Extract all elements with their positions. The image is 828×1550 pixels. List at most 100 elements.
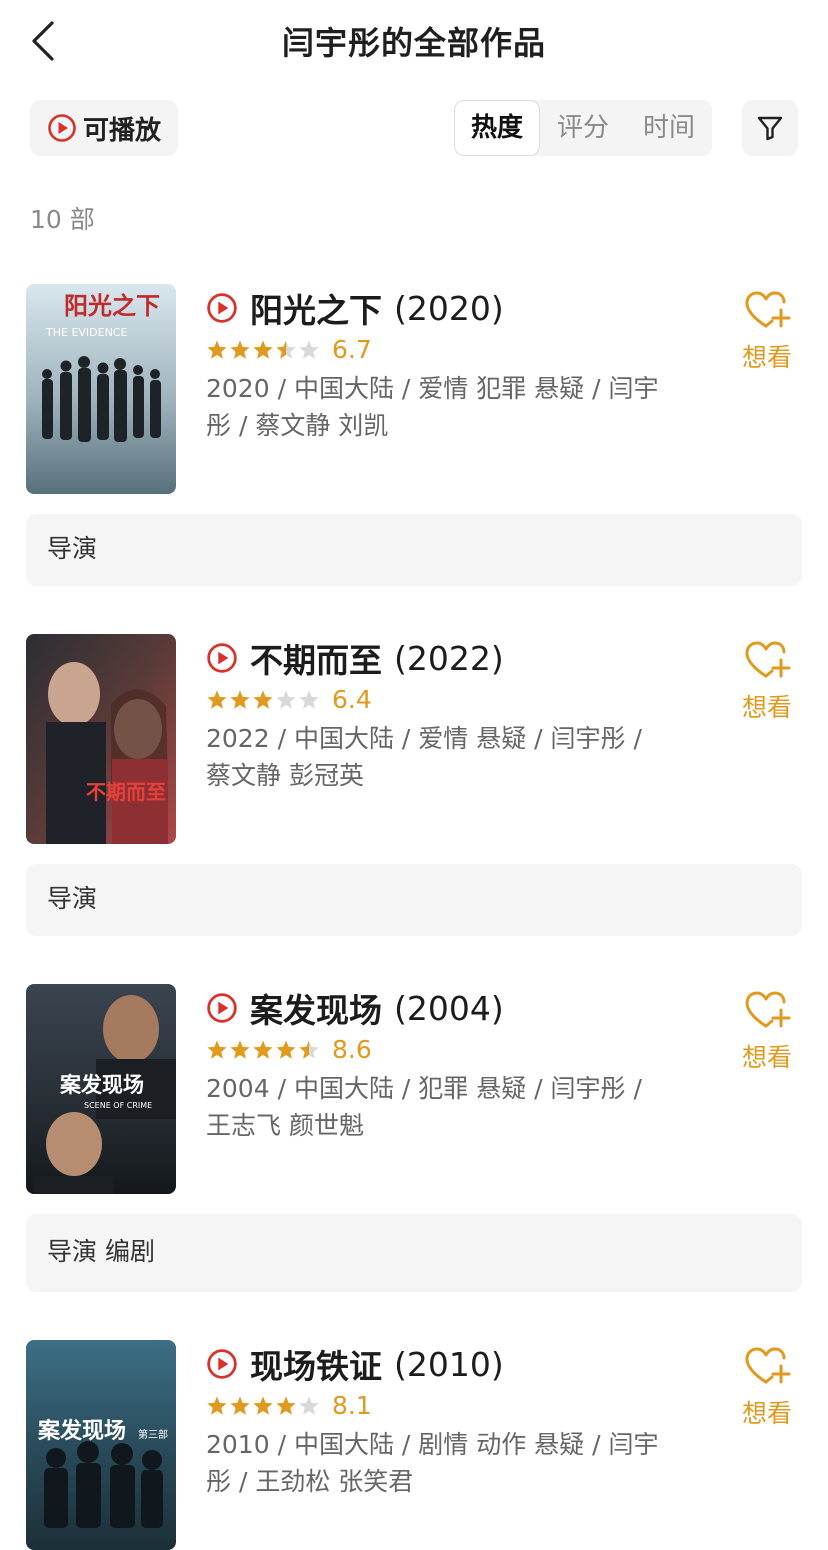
want-to-watch-label: 想看 xyxy=(741,1043,792,1072)
star-icon xyxy=(276,339,296,359)
want-to-watch-button[interactable]: 想看 xyxy=(734,1344,800,1430)
star-icon xyxy=(230,339,250,359)
item-meta: 2004 / 中国大陆 / 犯罪 悬疑 / 闫宇彤 / 王志飞 颜世魁 xyxy=(206,1070,686,1144)
want-to-watch-label: 想看 xyxy=(741,1399,792,1428)
tab-sort-time[interactable]: 时间 xyxy=(626,100,712,156)
poster-title-text: 案发现场 xyxy=(59,1073,144,1097)
rating-score: 8.1 xyxy=(332,1391,372,1420)
rating-row: 6.4 xyxy=(206,685,372,714)
star-icon xyxy=(253,339,273,359)
want-to-watch-button[interactable]: 想看 xyxy=(734,988,800,1074)
want-to-watch-button[interactable]: 想看 xyxy=(734,288,800,374)
star-icon xyxy=(299,1039,319,1059)
rating-row: 8.1 xyxy=(206,1391,372,1420)
meta-line: 2004 / 中国大陆 / 犯罪 悬疑 / 闫宇彤 / xyxy=(206,1074,642,1103)
tab-sort-popularity[interactable]: 热度 xyxy=(454,100,540,156)
meta-line: 2022 / 中国大陆 / 爱情 悬疑 / 闫宇彤 / xyxy=(206,724,642,753)
meta-line: 2020 / 中国大陆 / 爱情 犯罪 悬疑 / 闫宇 xyxy=(206,374,659,403)
star-icon xyxy=(253,689,273,709)
star-icon xyxy=(230,1395,250,1415)
role-box: 导演 编剧 xyxy=(26,1214,802,1292)
star-rating xyxy=(206,1039,320,1061)
title-row-item-2[interactable]: 不期而至 (2022) xyxy=(206,634,504,682)
item-title: 案发现场 xyxy=(250,991,382,1030)
item-year: (2004) xyxy=(394,988,504,1028)
poster-item-3[interactable]: 案发现场 SCENE OF CRIME xyxy=(26,984,176,1194)
funnel-icon xyxy=(757,116,783,141)
title-row-item-4[interactable]: 现场铁证 (2010) xyxy=(206,1340,504,1388)
heart-plus-icon xyxy=(745,1347,791,1384)
star-icon xyxy=(299,689,319,709)
item-year: (2022) xyxy=(394,638,504,678)
rating-row: 6.7 xyxy=(206,335,372,364)
playable-filter-button[interactable]: 可播放 xyxy=(30,100,178,156)
want-to-watch-label: 想看 xyxy=(741,343,792,372)
poster-image: 案发现场 SCENE OF CRIME xyxy=(26,984,176,1194)
role-box: 导演 xyxy=(26,864,802,936)
poster-title-text: 阳光之下 xyxy=(64,292,160,320)
poster-item-4[interactable]: 案发现场 第三部 xyxy=(26,1340,176,1550)
star-icon xyxy=(299,339,319,359)
poster-image: 不期而至 xyxy=(26,634,176,844)
star-rating xyxy=(206,689,320,711)
star-icon xyxy=(230,1039,250,1059)
meta-line: 2010 / 中国大陆 / 剧情 动作 悬疑 / 闫宇 xyxy=(206,1430,659,1459)
poster-image: 案发现场 第三部 xyxy=(26,1340,176,1550)
play-circle-icon xyxy=(207,993,237,1023)
item-title: 现场铁证 xyxy=(250,1347,382,1386)
item-meta: 2020 / 中国大陆 / 爱情 犯罪 悬疑 / 闫宇 彤 / 蔡文静 刘凯 xyxy=(206,370,686,444)
want-to-watch-button[interactable]: 想看 xyxy=(734,638,800,724)
rating-score: 6.7 xyxy=(332,335,372,364)
works-count: 10 部 xyxy=(30,205,95,234)
star-icon xyxy=(207,1395,227,1415)
filter-button[interactable] xyxy=(742,100,798,156)
star-icon xyxy=(253,1039,273,1059)
title-row-item-3[interactable]: 案发现场 (2004) xyxy=(206,984,504,1032)
star-icon xyxy=(299,1395,319,1415)
playable-label: 可播放 xyxy=(82,115,161,146)
item-title: 不期而至 xyxy=(250,641,382,680)
item-meta: 2022 / 中国大陆 / 爱情 悬疑 / 闫宇彤 / 蔡文静 彭冠英 xyxy=(206,720,686,794)
star-icon xyxy=(253,1395,273,1415)
meta-line: 蔡文静 彭冠英 xyxy=(206,761,364,790)
star-icon xyxy=(207,1039,227,1059)
title-row-item-1[interactable]: 阳光之下 (2020) xyxy=(206,284,504,332)
role-box: 导演 xyxy=(26,514,802,586)
play-circle-icon xyxy=(48,114,76,142)
tab-sort-rating[interactable]: 评分 xyxy=(540,100,626,156)
star-icon xyxy=(207,689,227,709)
play-circle-icon xyxy=(207,643,237,673)
poster-subtitle-text: 第三部 xyxy=(138,1428,168,1441)
heart-plus-icon xyxy=(745,641,791,678)
star-icon xyxy=(230,689,250,709)
poster-image: 阳光之下 THE EVIDENCE xyxy=(26,284,176,494)
item-title: 阳光之下 xyxy=(250,291,382,330)
poster-subtitle-text: THE EVIDENCE xyxy=(45,326,127,339)
poster-item-2[interactable]: 不期而至 xyxy=(26,634,176,844)
star-icon xyxy=(276,689,296,709)
rating-score: 8.6 xyxy=(332,1035,372,1064)
item-year: (2010) xyxy=(394,1344,504,1384)
meta-line: 彤 / 王劲松 张笑君 xyxy=(206,1467,414,1496)
star-rating xyxy=(206,339,320,361)
poster-title-text: 案发现场 xyxy=(37,1418,126,1444)
heart-plus-icon xyxy=(745,991,791,1028)
play-circle-icon xyxy=(207,293,237,323)
poster-title-text: 不期而至 xyxy=(86,780,166,804)
item-meta: 2010 / 中国大陆 / 剧情 动作 悬疑 / 闫宇 彤 / 王劲松 张笑君 xyxy=(206,1426,686,1500)
meta-line: 彤 / 蔡文静 刘凯 xyxy=(206,411,389,440)
play-circle-icon xyxy=(207,1349,237,1379)
heart-plus-icon xyxy=(745,291,791,328)
star-icon xyxy=(207,339,227,359)
meta-line: 王志飞 颜世魁 xyxy=(206,1111,364,1140)
star-icon xyxy=(276,1395,296,1415)
want-to-watch-label: 想看 xyxy=(741,693,792,722)
poster-subtitle-text: SCENE OF CRIME xyxy=(84,1101,152,1110)
page-title: 闫宇彤的全部作品 xyxy=(281,24,546,62)
rating-row: 8.6 xyxy=(206,1035,372,1064)
star-rating xyxy=(206,1395,320,1417)
star-icon xyxy=(276,1039,296,1059)
poster-item-1[interactable]: 阳光之下 THE EVIDENCE xyxy=(26,284,176,494)
rating-score: 6.4 xyxy=(332,685,372,714)
sort-tabs: 热度 评分 时间 xyxy=(454,100,712,156)
